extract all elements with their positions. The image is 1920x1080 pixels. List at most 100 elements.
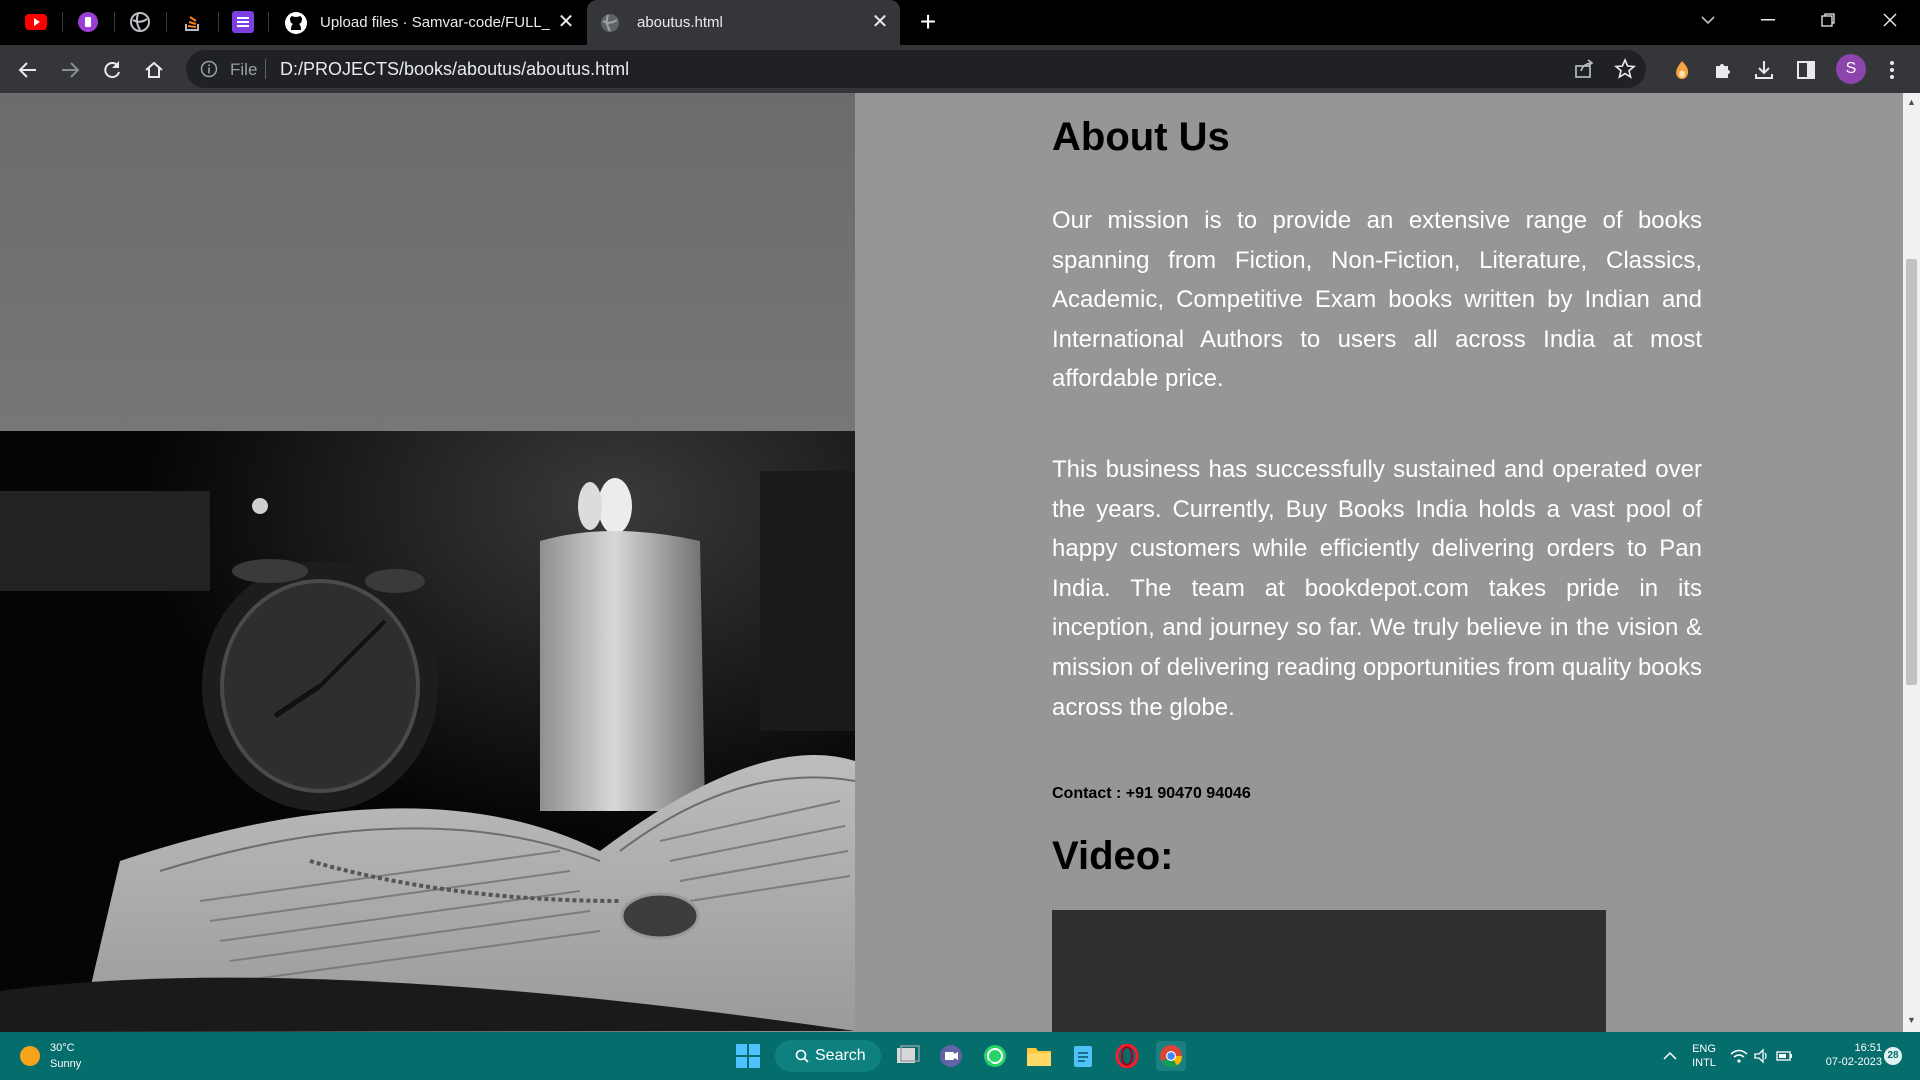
weather-temperature: 30°C: [50, 1042, 75, 1054]
video-heading: Video:: [1052, 834, 1174, 878]
notepad-button[interactable]: [1068, 1041, 1098, 1071]
quick-settings[interactable]: [1730, 1046, 1796, 1068]
clock-date: 07-02-2023: [1825, 1056, 1882, 1068]
tab-separator: [218, 12, 219, 32]
page-title: About Us: [1052, 115, 1230, 159]
whatsapp-icon: [984, 1045, 1006, 1067]
battery-icon: [1776, 1051, 1792, 1061]
fire-extension-icon: [1676, 61, 1689, 79]
contact-info: Contact : +91 90470 94046: [1052, 785, 1251, 802]
arrow-right-icon: [62, 62, 80, 78]
tab-separator: [62, 12, 63, 32]
extension-pinned-tab[interactable]: [70, 7, 106, 37]
chevron-up-icon: [1663, 1051, 1677, 1060]
tab-label: aboutus.html: [637, 14, 723, 31]
show-hidden-icons-button[interactable]: [1655, 1041, 1685, 1071]
header-image-placeholder: [0, 93, 855, 431]
browser-toolbar: File D:/PROJECTS/books/aboutus/aboutus.h…: [0, 45, 1920, 93]
clock-candle-book-photo: [0, 431, 855, 1032]
restore-icon[interactable]: [1803, 0, 1853, 40]
weather-widget[interactable]: 30°C Sunny: [0, 1032, 110, 1080]
profile-avatar[interactable]: S: [1836, 54, 1866, 84]
clock-candle-book-illustration: [0, 431, 855, 1032]
new-tab-button[interactable]: +: [914, 8, 942, 37]
home-icon: [145, 61, 163, 78]
notepad-icon: [1074, 1046, 1092, 1067]
tab-strip: Upload files · Samvar-code/FULL_ST ✕ abo…: [0, 0, 1920, 45]
opera-icon: [1115, 1044, 1139, 1068]
address-bar[interactable]: File D:/PROJECTS/books/aboutus/aboutus.h…: [186, 50, 1646, 88]
forward-button[interactable]: [54, 54, 86, 86]
side-panel-button[interactable]: [1790, 54, 1822, 86]
url-text[interactable]: D:/PROJECTS/books/aboutus/aboutus.html: [280, 59, 629, 80]
input-language[interactable]: ENG INTL: [1686, 1042, 1722, 1070]
scroll-thumb[interactable]: [1906, 259, 1917, 685]
back-button[interactable]: [12, 54, 44, 86]
volume-icon: [1754, 1048, 1767, 1064]
business-paragraph: This business has successfully sustained…: [1052, 456, 1702, 721]
whatsapp-button[interactable]: [980, 1041, 1010, 1071]
notification-count: 28: [1887, 1050, 1899, 1061]
windows-logo-icon: [736, 1044, 760, 1068]
tab-separator: [166, 12, 167, 32]
clock-time: 16:51: [1854, 1042, 1882, 1054]
task-view-button[interactable]: [893, 1041, 923, 1071]
downloads-button[interactable]: [1748, 54, 1780, 86]
youtube-icon: [25, 14, 47, 30]
list-app-pinned-tab[interactable]: [225, 7, 261, 37]
stackoverflow-icon: [185, 16, 199, 31]
video-chat-icon: [940, 1045, 962, 1067]
youtube-pinned-tab[interactable]: [18, 7, 54, 37]
close-tab-icon[interactable]: ✕: [556, 12, 576, 32]
close-window-icon[interactable]: [1865, 0, 1915, 40]
omnibox-divider: [265, 59, 266, 79]
windows-taskbar: 30°C Sunny Search ENG INTL 16:51 07-02-2…: [0, 1032, 1920, 1080]
opera-button[interactable]: [1112, 1041, 1142, 1071]
chrome-button[interactable]: [1156, 1041, 1186, 1071]
reload-button[interactable]: [96, 54, 128, 86]
taskbar-search[interactable]: Search: [775, 1040, 881, 1072]
menu-button[interactable]: [1876, 54, 1908, 86]
mission-paragraph: Our mission is to provide an extensive r…: [1052, 207, 1702, 393]
file-explorer-button[interactable]: [1024, 1041, 1054, 1071]
language-label: ENG: [1692, 1043, 1716, 1055]
three-dots-vertical-icon: [1890, 61, 1894, 79]
list-app-icon: [232, 11, 254, 33]
tab-search-chevron-icon[interactable]: [1683, 0, 1733, 40]
notification-badge[interactable]: 28: [1884, 1047, 1902, 1065]
left-column: [0, 93, 855, 1032]
search-label: Search: [815, 1047, 866, 1064]
scroll-down-arrow-icon[interactable]: ▼: [1906, 1015, 1917, 1026]
weather-condition: Sunny: [50, 1058, 82, 1070]
side-panel-icon: [1797, 61, 1815, 79]
tab-label: Upload files · Samvar-code/FULL_ST: [320, 14, 550, 31]
tab-github-upload[interactable]: Upload files · Samvar-code/FULL_ST ✕: [276, 0, 586, 45]
share-icon[interactable]: [1573, 58, 1595, 80]
sun-icon: [20, 1046, 40, 1066]
globe-icon: [130, 12, 150, 32]
extensions-button[interactable]: [1707, 54, 1739, 86]
bookmark-star-icon[interactable]: [1614, 58, 1636, 80]
scroll-up-arrow-icon[interactable]: ▲: [1906, 97, 1917, 108]
page-scrollbar[interactable]: ▲ ▼: [1903, 93, 1920, 1032]
teams-chat-button[interactable]: [936, 1041, 966, 1071]
clock[interactable]: 16:51 07-02-2023: [1802, 1041, 1882, 1069]
start-button[interactable]: [733, 1041, 763, 1071]
extension-button[interactable]: [1666, 54, 1698, 86]
task-view-icon: [897, 1045, 920, 1063]
home-button[interactable]: [138, 54, 170, 86]
github-icon: [285, 11, 307, 34]
chrome-icon: [1160, 1045, 1183, 1068]
keyboard-label: INTL: [1692, 1057, 1716, 1069]
tab-separator: [268, 12, 269, 32]
close-tab-icon[interactable]: ✕: [870, 12, 890, 32]
globe-pinned-tab[interactable]: [122, 7, 158, 37]
purple-app-icon: [78, 12, 98, 32]
minimize-icon[interactable]: [1743, 0, 1793, 40]
arrow-left-icon: [18, 62, 36, 78]
stackoverflow-pinned-tab[interactable]: [174, 7, 210, 37]
tab-aboutus[interactable]: aboutus.html ✕: [587, 0, 900, 45]
info-icon[interactable]: [200, 60, 218, 78]
puzzle-icon: [1716, 64, 1730, 78]
video-player[interactable]: [1052, 910, 1606, 1032]
